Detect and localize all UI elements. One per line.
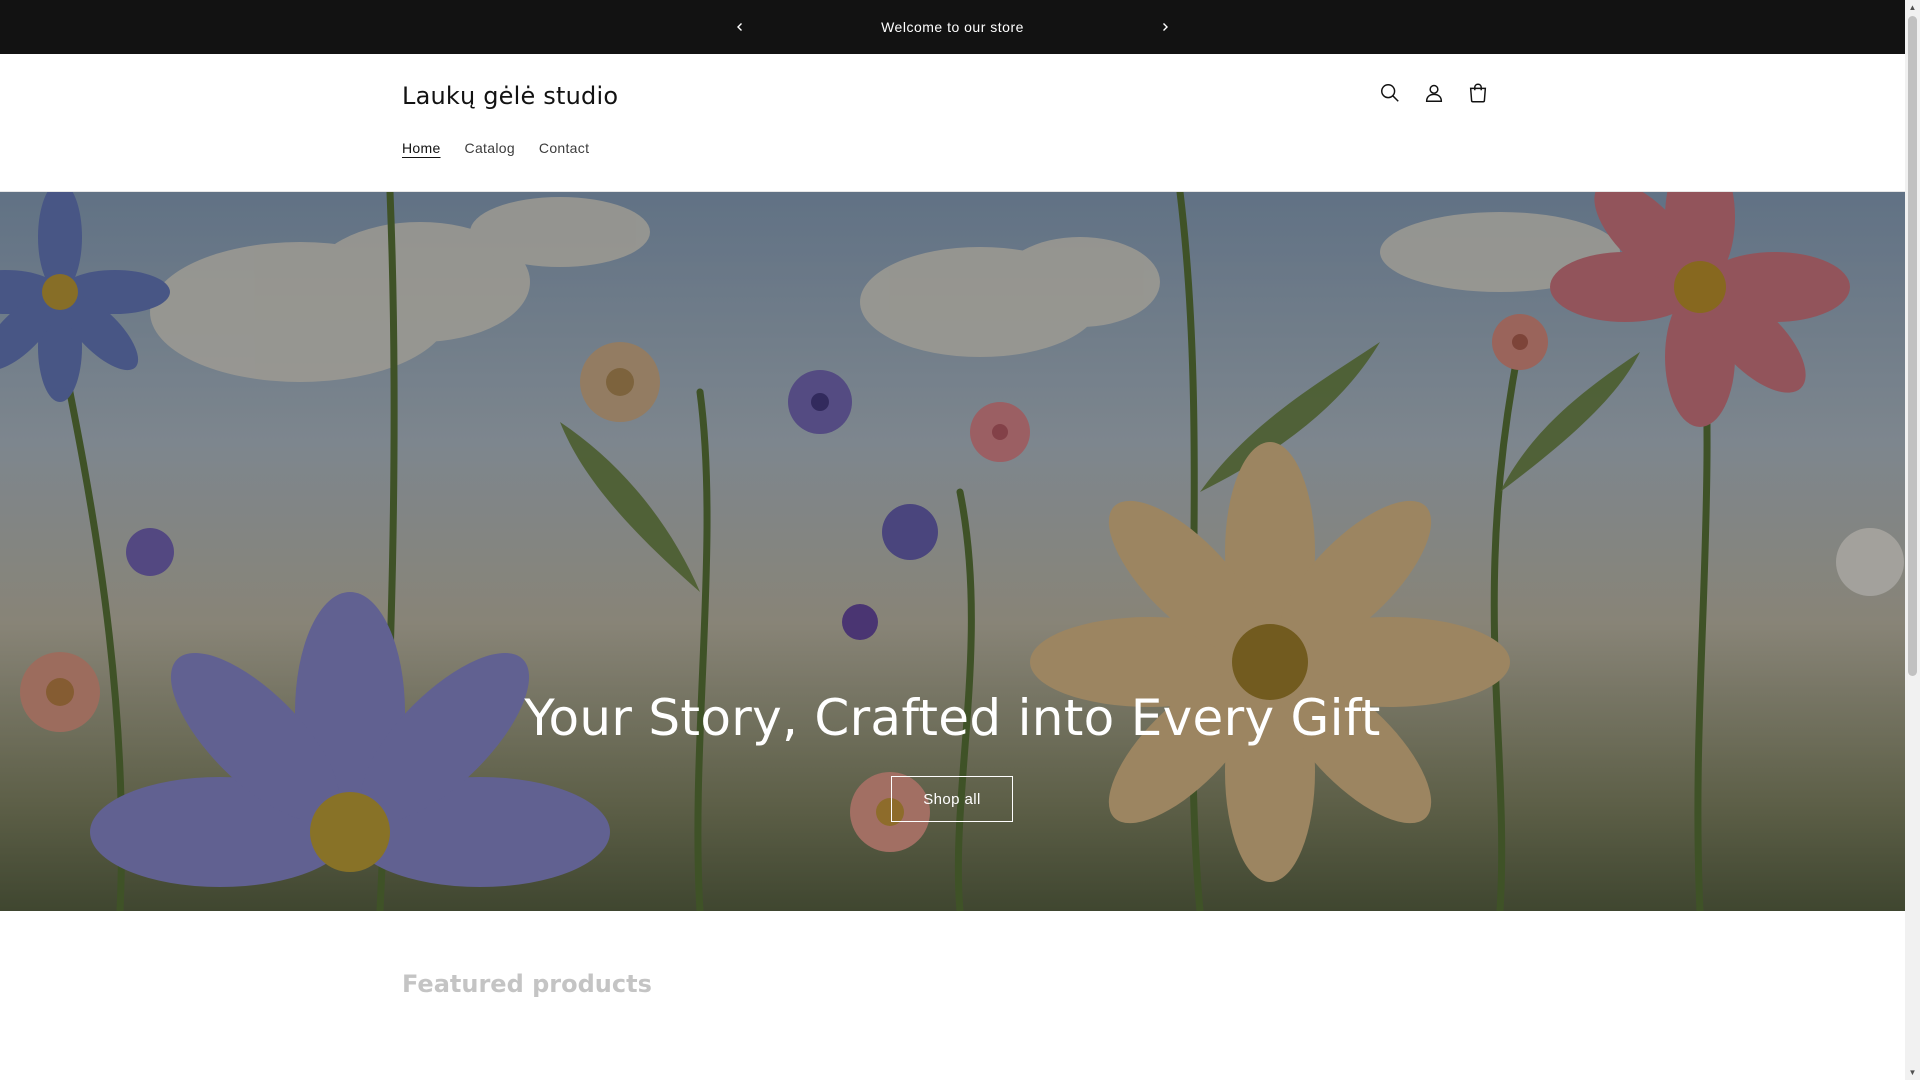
cart-icon[interactable] xyxy=(1466,81,1490,105)
site-header: Laukų gėlė studio Home Catalog Contact xyxy=(0,54,1905,192)
page: Welcome to our store Laukų gėlė studio H… xyxy=(0,0,1905,1080)
chevron-left-icon[interactable] xyxy=(726,13,754,41)
hero-banner: Your Story, Crafted into Every Gift Shop… xyxy=(0,192,1905,911)
account-icon[interactable] xyxy=(1422,81,1446,105)
page-scrollbar[interactable]: ▲ ▼ xyxy=(1905,0,1920,1080)
chevron-right-icon[interactable] xyxy=(1151,13,1179,41)
header-icons xyxy=(1378,81,1490,105)
scroll-up-arrow-icon[interactable]: ▲ xyxy=(1905,0,1920,15)
nav-item-contact[interactable]: Contact xyxy=(539,140,589,156)
announcement-text: Welcome to our store xyxy=(881,19,1024,35)
search-icon[interactable] xyxy=(1378,81,1402,105)
shop-all-button[interactable]: Shop all xyxy=(891,776,1013,822)
store-logo[interactable]: Laukų gėlė studio xyxy=(402,82,618,110)
nav-item-catalog[interactable]: Catalog xyxy=(465,140,515,156)
main-nav: Home Catalog Contact xyxy=(402,140,589,156)
announcement-bar: Welcome to our store xyxy=(0,0,1905,54)
scroll-thumb[interactable] xyxy=(1908,16,1917,676)
hero-title: Your Story, Crafted into Every Gift xyxy=(524,689,1381,747)
featured-products-title: Featured products xyxy=(402,970,652,998)
scroll-down-arrow-icon[interactable]: ▼ xyxy=(1905,1065,1920,1080)
nav-item-home[interactable]: Home xyxy=(402,140,441,156)
